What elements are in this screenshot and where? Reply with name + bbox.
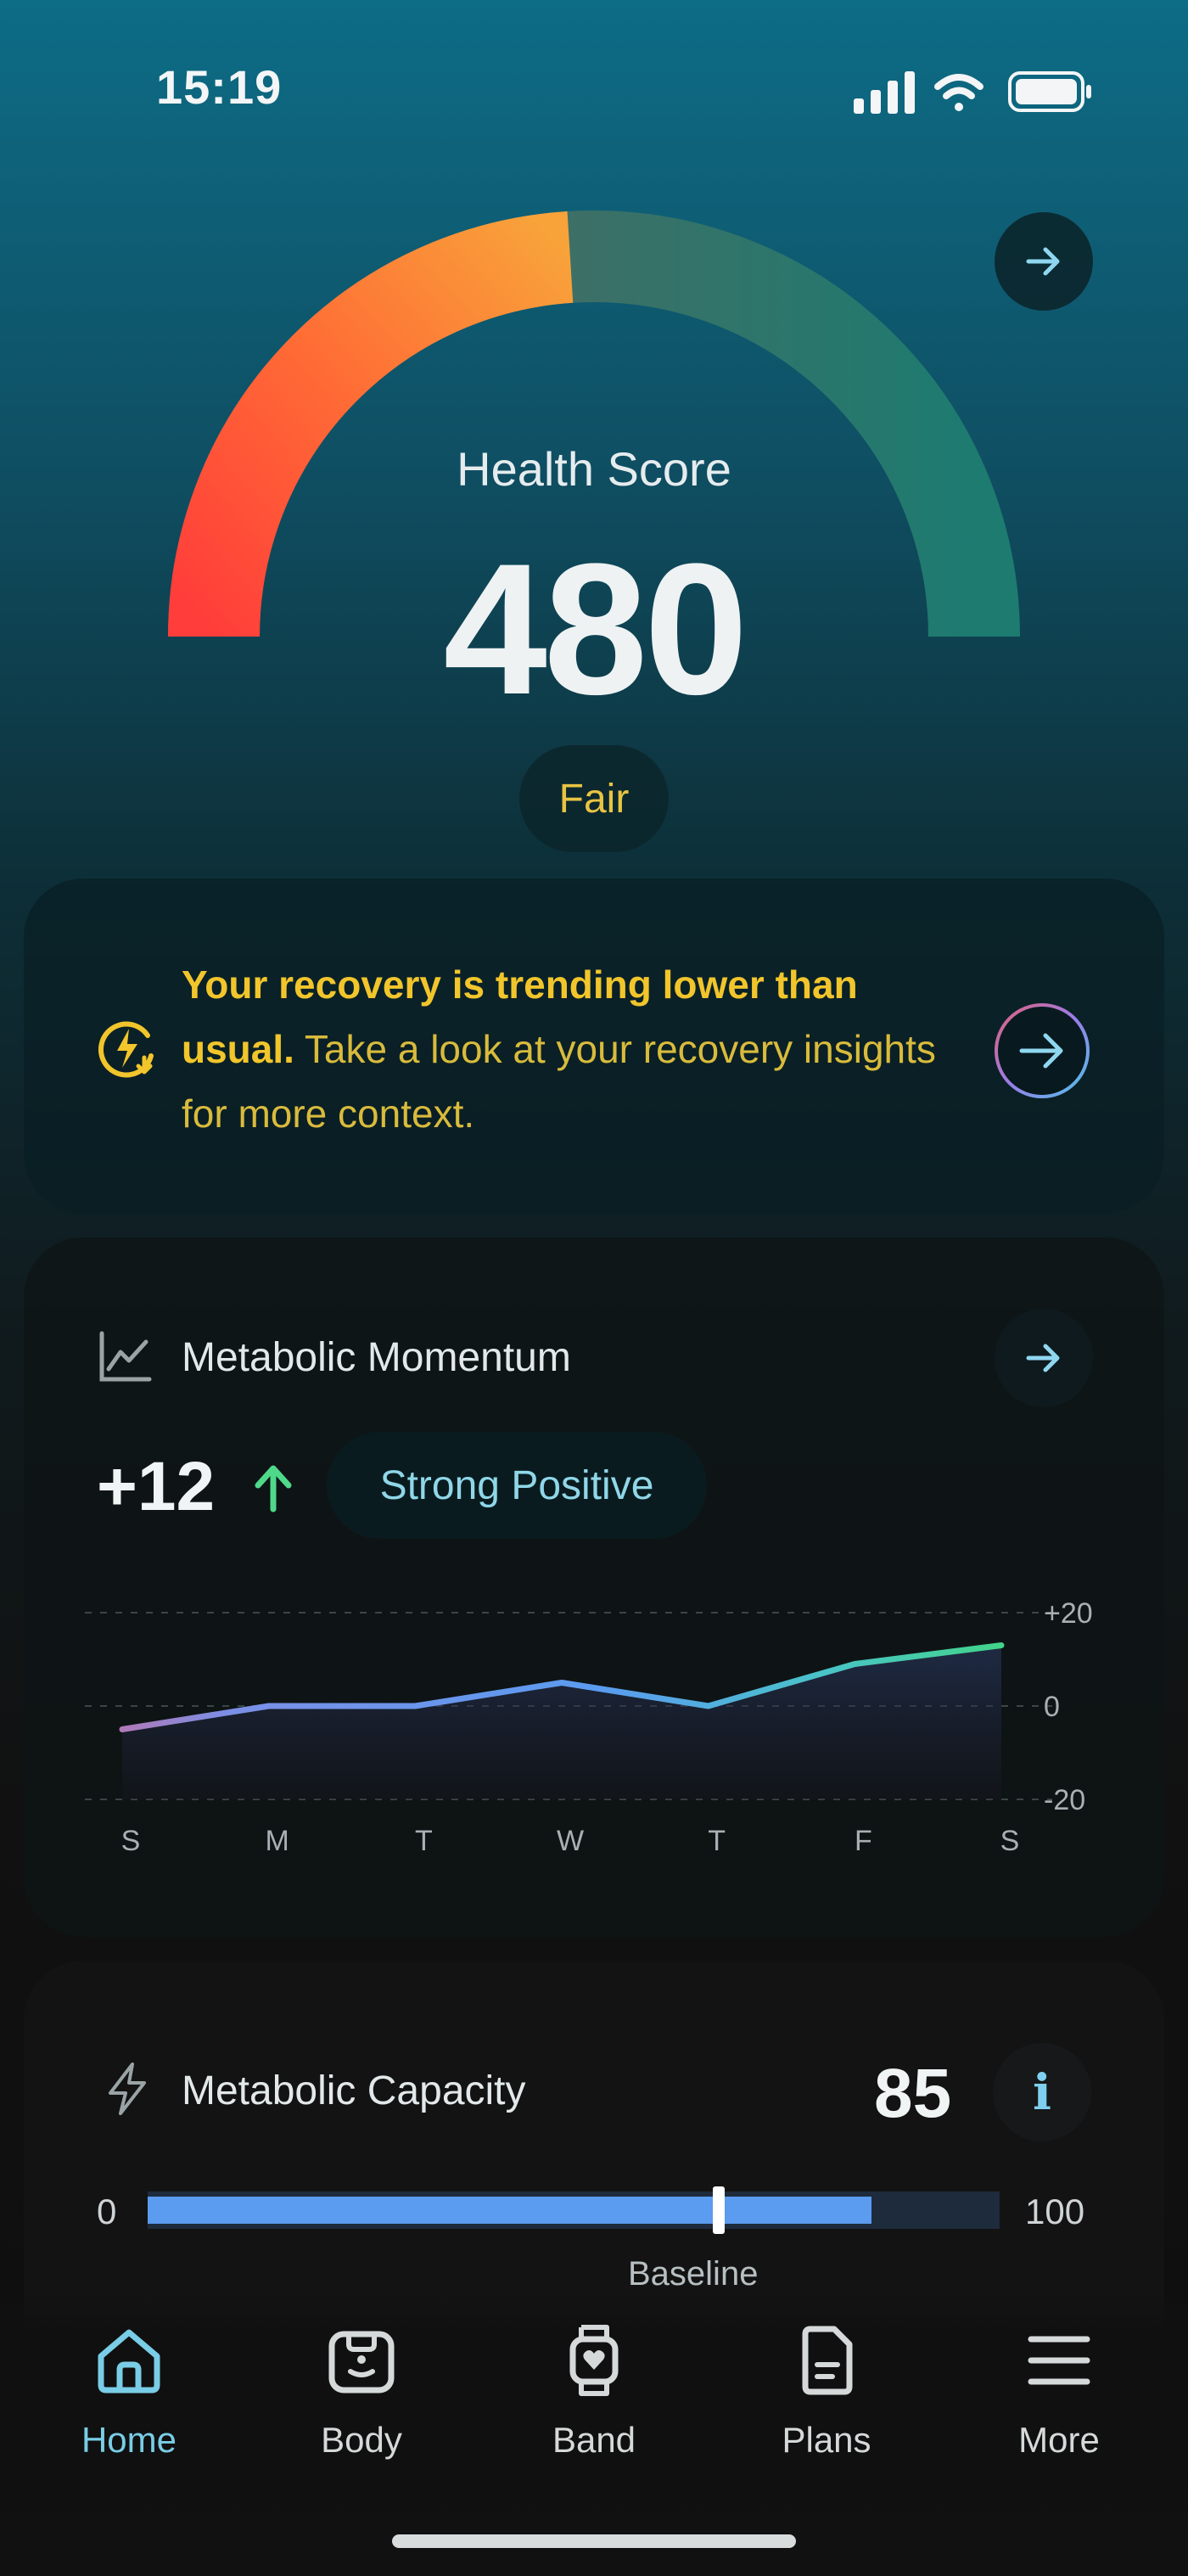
metabolic-momentum-title: Metabolic Momentum bbox=[182, 1335, 571, 1380]
trend-chart-icon bbox=[99, 1331, 152, 1382]
status-time: 15:19 bbox=[156, 60, 283, 114]
nav-band-label: Band bbox=[552, 2420, 636, 2460]
capacity-scale-max: 100 bbox=[1025, 2192, 1085, 2231]
nav-plans-label: Plans bbox=[782, 2420, 871, 2460]
chart-x-tick-label: M bbox=[266, 1825, 289, 1857]
info-icon: i bbox=[1032, 2063, 1052, 2121]
chart-x-tick-label: S bbox=[1000, 1825, 1020, 1857]
chart-y-tick-label: +20 bbox=[1044, 1597, 1093, 1630]
arrow-right-icon bbox=[1026, 247, 1060, 276]
chart-y-tick-label: 0 bbox=[1044, 1691, 1060, 1723]
chart-x-tick-label: T bbox=[415, 1825, 433, 1857]
nav-home-label: Home bbox=[81, 2420, 177, 2460]
metabolic-momentum-details-button[interactable] bbox=[995, 1309, 1093, 1407]
recovery-alert-text: Your recovery is trending lower than usu… bbox=[182, 952, 945, 1146]
nav-body[interactable]: Body bbox=[277, 2322, 446, 2461]
health-rating-badge: Fair bbox=[519, 745, 669, 852]
chart-area bbox=[122, 1645, 1001, 1799]
chart-y-tick-label: -20 bbox=[1044, 1784, 1085, 1816]
home-indicator bbox=[392, 2534, 796, 2548]
lightning-icon bbox=[109, 2062, 146, 2115]
menu-icon bbox=[1028, 2336, 1090, 2385]
capacity-baseline-marker bbox=[712, 2186, 725, 2234]
chart-x-tick-label: W bbox=[557, 1825, 584, 1857]
body-icon bbox=[328, 2331, 395, 2394]
status-icons bbox=[854, 71, 1091, 114]
capacity-bar-fill bbox=[148, 2197, 872, 2224]
capacity-scale-min: 0 bbox=[97, 2192, 117, 2231]
plans-icon bbox=[802, 2326, 853, 2395]
momentum-status-badge: Strong Positive bbox=[327, 1432, 707, 1539]
metabolic-momentum-value: +12 bbox=[97, 1448, 216, 1525]
recovery-insights-button[interactable] bbox=[993, 1002, 1091, 1100]
health-score-value: 480 bbox=[443, 525, 748, 733]
metabolic-capacity-title: Metabolic Capacity bbox=[182, 2068, 526, 2113]
chart-x-tick-label: F bbox=[855, 1825, 872, 1857]
metabolic-momentum-chart: +20 0 -20 S M T W T F S bbox=[85, 1597, 1093, 1857]
health-score-details-button[interactable] bbox=[995, 212, 1093, 311]
home-icon bbox=[98, 2329, 160, 2394]
chart-x-tick-label: T bbox=[708, 1825, 726, 1857]
nav-home[interactable]: Home bbox=[44, 2322, 214, 2461]
cellular-signal-icon bbox=[854, 71, 915, 114]
arrow-up-icon bbox=[255, 1465, 292, 1512]
wifi-icon bbox=[934, 74, 983, 111]
chart-x-tick-label: S bbox=[121, 1825, 141, 1857]
capacity-baseline-label: Baseline bbox=[628, 2255, 759, 2293]
nav-body-label: Body bbox=[321, 2420, 402, 2460]
metabolic-capacity-info-button[interactable]: i bbox=[993, 2043, 1091, 2141]
battery-icon bbox=[1008, 71, 1091, 112]
metabolic-capacity-value: 85 bbox=[874, 2055, 952, 2132]
nav-more[interactable]: More bbox=[974, 2322, 1144, 2461]
health-score-label: Health Score bbox=[457, 442, 731, 496]
arrow-right-icon bbox=[1026, 1344, 1060, 1372]
nav-more-label: More bbox=[1018, 2420, 1100, 2460]
nav-plans[interactable]: Plans bbox=[742, 2322, 911, 2461]
recovery-alert-body: Take a look at your recovery insights fo… bbox=[182, 1027, 936, 1136]
recovery-alert-icon bbox=[98, 1021, 154, 1078]
nav-band[interactable]: Band bbox=[509, 2322, 679, 2461]
band-icon bbox=[569, 2325, 619, 2396]
